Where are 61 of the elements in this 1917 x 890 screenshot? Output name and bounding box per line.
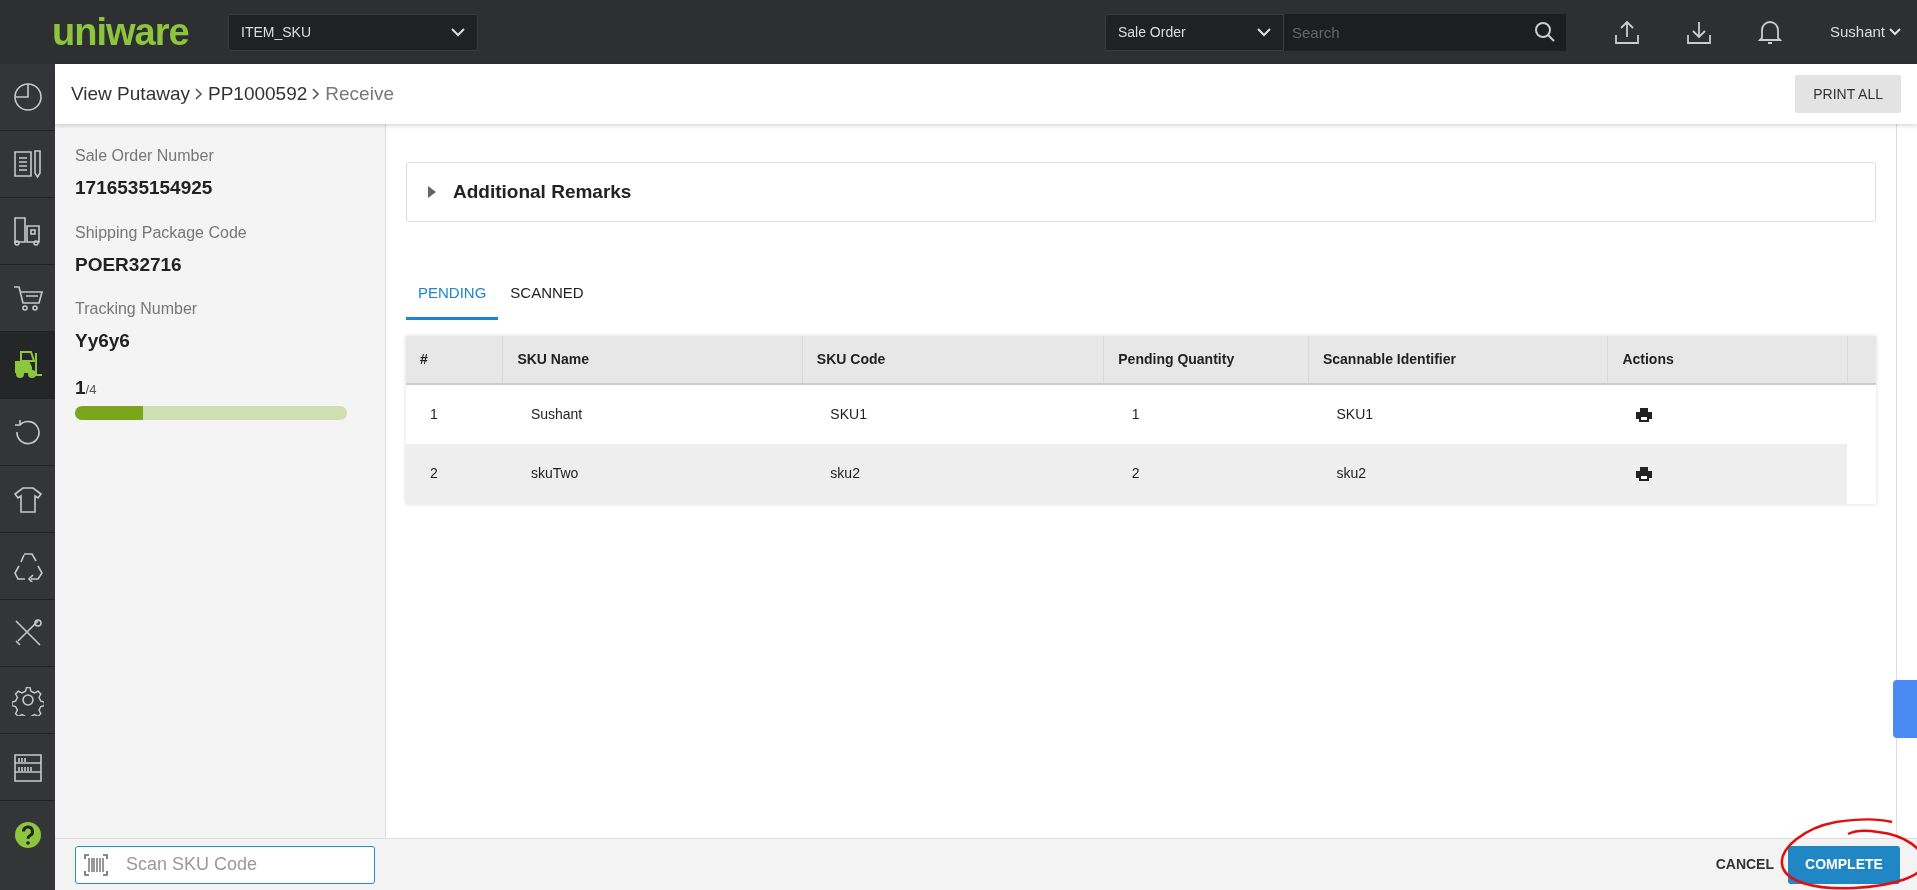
- upload-icon[interactable]: [1613, 19, 1640, 45]
- chevron-down-icon: [451, 27, 465, 37]
- print-all-button[interactable]: PRINT ALL: [1795, 75, 1901, 113]
- chevron-down-icon: [1889, 28, 1901, 36]
- gear-icon: [11, 684, 44, 716]
- column-header: SKU Code: [802, 335, 1104, 384]
- scan-box[interactable]: Scan SKU Code: [75, 845, 375, 884]
- tab[interactable]: SCANNED: [498, 270, 596, 320]
- complete-button[interactable]: COMPLETE: [1788, 845, 1900, 884]
- module-dropdown[interactable]: ITEM_SKU: [228, 13, 478, 51]
- shelf-icon: [11, 751, 44, 783]
- table-cell: 1: [430, 405, 438, 422]
- printer-icon[interactable]: [1635, 467, 1652, 482]
- remarks-panel[interactable]: Additional Remarks: [406, 162, 1876, 222]
- chevron-right-icon: [194, 87, 204, 101]
- breadcrumb-item: Receive: [325, 81, 394, 106]
- dropdown-value: ITEM_SKU: [241, 22, 311, 42]
- chevron-right-icon: [311, 87, 322, 101]
- column-header: Scannable Identifier: [1308, 335, 1608, 384]
- table-cell: 1: [1131, 405, 1140, 422]
- table-cell: sku2: [1336, 465, 1367, 481]
- caret-right-icon: [427, 186, 437, 198]
- cancel-button[interactable]: CANCEL: [1709, 853, 1780, 876]
- table-cell: sku2: [830, 465, 860, 481]
- search-scope-dropdown[interactable]: Sale Order: [1104, 13, 1284, 51]
- dropdown-value: Sale Order: [1117, 22, 1186, 42]
- column-header: Actions: [1607, 335, 1848, 384]
- dashboard-icon: [11, 81, 44, 113]
- progress-total: /4: [85, 380, 97, 399]
- table-cell: skuTwo: [530, 465, 579, 481]
- table-cell: Sushant: [530, 405, 583, 422]
- field-value: 1716535154925: [75, 176, 214, 200]
- document-pencil-icon: [11, 148, 44, 180]
- search-icon: [1533, 21, 1556, 43]
- table-cell: 2: [430, 465, 438, 481]
- field-label: Sale Order Number: [75, 146, 215, 166]
- field-label: Shipping Package Code: [75, 222, 248, 243]
- printer-icon[interactable]: [1635, 407, 1652, 422]
- breadcrumb-item[interactable]: View Putaway: [71, 79, 190, 109]
- breadcrumb-item[interactable]: PP1000592: [208, 79, 308, 109]
- column-header: SKU Name: [502, 335, 803, 384]
- logo: uniware: [51, 13, 190, 51]
- chevron-down-icon: [1256, 27, 1271, 37]
- column-header: Pending Quantity: [1103, 335, 1309, 384]
- column-header: #: [406, 335, 503, 384]
- download-icon[interactable]: [1685, 19, 1712, 45]
- barcode-icon: [84, 853, 108, 876]
- remarks-title: Additional Remarks: [453, 179, 632, 204]
- progress-count: 1: [75, 375, 86, 400]
- bell-icon[interactable]: [1757, 18, 1782, 46]
- field-value: Yy6y6: [75, 329, 131, 353]
- recycle-icon: [11, 550, 44, 582]
- table-cell: 2: [1131, 465, 1140, 481]
- sidebar-item[interactable]: [0, 332, 55, 399]
- tab[interactable]: PENDING: [406, 270, 499, 320]
- field-value: POER32716: [75, 252, 183, 277]
- field-label: Tracking Number: [75, 299, 199, 319]
- user-name: Sushant: [1829, 21, 1885, 42]
- table-cell: SKU1: [830, 405, 867, 422]
- user-menu[interactable]: Sushant: [1829, 20, 1901, 44]
- table-cell: SKU1: [1336, 405, 1374, 422]
